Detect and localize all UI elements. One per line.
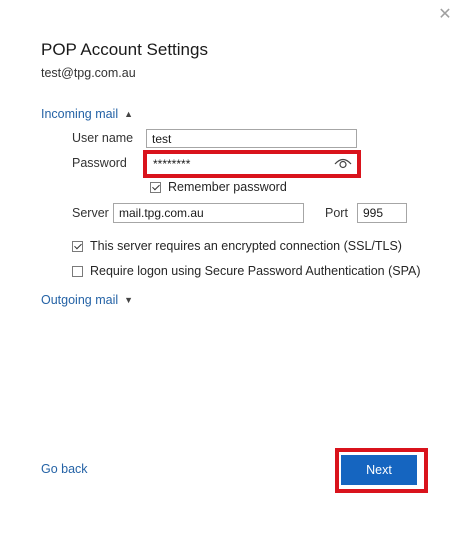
- eye-icon[interactable]: [334, 156, 352, 173]
- next-button[interactable]: Next: [341, 455, 417, 485]
- account-email: test@tpg.com.au: [41, 66, 136, 80]
- password-value: ********: [153, 157, 191, 171]
- password-field[interactable]: ********: [147, 154, 357, 174]
- port-field[interactable]: 995: [357, 203, 407, 223]
- close-icon[interactable]: ✕: [437, 7, 453, 23]
- password-label: Password: [72, 156, 127, 170]
- ssl-label: This server requires an encrypted connec…: [90, 239, 402, 253]
- incoming-mail-toggle[interactable]: Incoming mail ▲: [41, 107, 133, 121]
- remember-password-check[interactable]: [150, 181, 161, 193]
- incoming-mail-label: Incoming mail: [41, 107, 119, 121]
- outgoing-mail-label: Outgoing mail: [41, 293, 119, 307]
- go-back-link[interactable]: Go back: [41, 462, 88, 476]
- remember-password-checkbox[interactable]: Remember password: [150, 180, 287, 194]
- port-label: Port: [325, 206, 348, 220]
- chevron-up-icon: ▲: [124, 109, 134, 119]
- server-label: Server: [72, 206, 109, 220]
- ssl-checkbox[interactable]: This server requires an encrypted connec…: [72, 239, 402, 253]
- user-name-label: User name: [72, 131, 134, 145]
- spa-label: Require logon using Secure Password Auth…: [90, 264, 421, 278]
- page-title: POP Account Settings: [41, 40, 208, 59]
- ssl-check[interactable]: [72, 240, 83, 252]
- remember-password-label: Remember password: [168, 180, 287, 194]
- spa-check[interactable]: [72, 265, 83, 277]
- user-name-field[interactable]: test: [146, 129, 357, 148]
- server-field[interactable]: mail.tpg.com.au: [113, 203, 304, 223]
- outgoing-mail-toggle[interactable]: Outgoing mail ▼: [41, 293, 133, 307]
- chevron-down-icon: ▼: [124, 295, 134, 305]
- spa-checkbox[interactable]: Require logon using Secure Password Auth…: [72, 264, 421, 278]
